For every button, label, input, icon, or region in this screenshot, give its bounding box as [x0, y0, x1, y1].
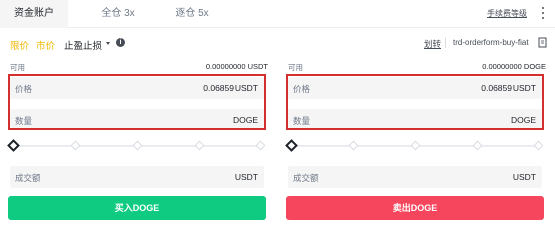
slider-tick-75[interactable]: [194, 140, 205, 151]
order-type-market[interactable]: 市价: [36, 38, 55, 52]
transfer-link[interactable]: 划转: [424, 38, 441, 50]
more-vertical-icon[interactable]: [538, 6, 548, 20]
available-label: 可用: [288, 63, 303, 72]
buy-panel: 可用 0.00000000 USDT 价格 0.06859 USDT 数量 DO…: [0, 58, 278, 230]
slider-tick-100[interactable]: [533, 140, 544, 151]
slider-tick-50[interactable]: [132, 140, 143, 151]
slider-tick-25[interactable]: [70, 140, 81, 151]
tab-funding-account[interactable]: 资金账户: [0, 0, 68, 28]
total-unit: USDT: [512, 172, 536, 182]
info-icon[interactable]: i: [116, 38, 125, 47]
account-tabbar: 资金账户 全仓 3x 逐仓 5x 手续费等级: [0, 0, 555, 28]
caret-down-icon[interactable]: [106, 42, 110, 45]
order-type-bar: 限价 市价 止盈止损 i 划转 trd-orderform-buy-fiat: [0, 28, 555, 58]
total-unit: USDT: [234, 172, 258, 182]
divider: [445, 38, 446, 48]
total-label: 成交额: [293, 173, 319, 183]
sell-total-input[interactable]: 成交额 USDT: [288, 166, 542, 188]
fee-level-link[interactable]: 手续费等级: [487, 8, 527, 19]
available-balance: 0.00000000 DOGE: [482, 62, 546, 71]
edit-icon[interactable]: [538, 37, 548, 48]
sell-panel: 可用 0.00000000 DOGE 价格 0.06859 USDT 数量 DO…: [278, 58, 555, 230]
slider-tick-100[interactable]: [255, 140, 266, 151]
available-label: 可用: [10, 63, 25, 72]
order-type-stop[interactable]: 止盈止损: [64, 38, 102, 52]
slider-tick-75[interactable]: [472, 140, 483, 151]
buy-amount-slider[interactable]: [7, 139, 266, 153]
tab-isolated-5x[interactable]: 逐仓 5x: [162, 0, 222, 28]
orderform-tag: trd-orderform-buy-fiat: [453, 38, 529, 47]
available-balance: 0.00000000 USDT: [205, 62, 268, 71]
slider-tick-25[interactable]: [348, 140, 359, 151]
buy-total-input[interactable]: 成交额 USDT: [10, 166, 264, 188]
slider-tick-50[interactable]: [410, 140, 421, 151]
slider-handle-icon[interactable]: [285, 139, 298, 152]
highlight-box: [8, 74, 266, 130]
sell-doge-button[interactable]: 卖出DOGE: [286, 196, 544, 220]
order-type-limit[interactable]: 限价: [10, 38, 29, 52]
total-label: 成交额: [15, 173, 41, 183]
slider-handle-icon[interactable]: [7, 139, 20, 152]
buy-doge-button[interactable]: 买入DOGE: [8, 196, 266, 220]
highlight-box: [286, 74, 544, 130]
sell-amount-slider[interactable]: [285, 139, 544, 153]
tab-cross-3x[interactable]: 全仓 3x: [88, 0, 148, 28]
